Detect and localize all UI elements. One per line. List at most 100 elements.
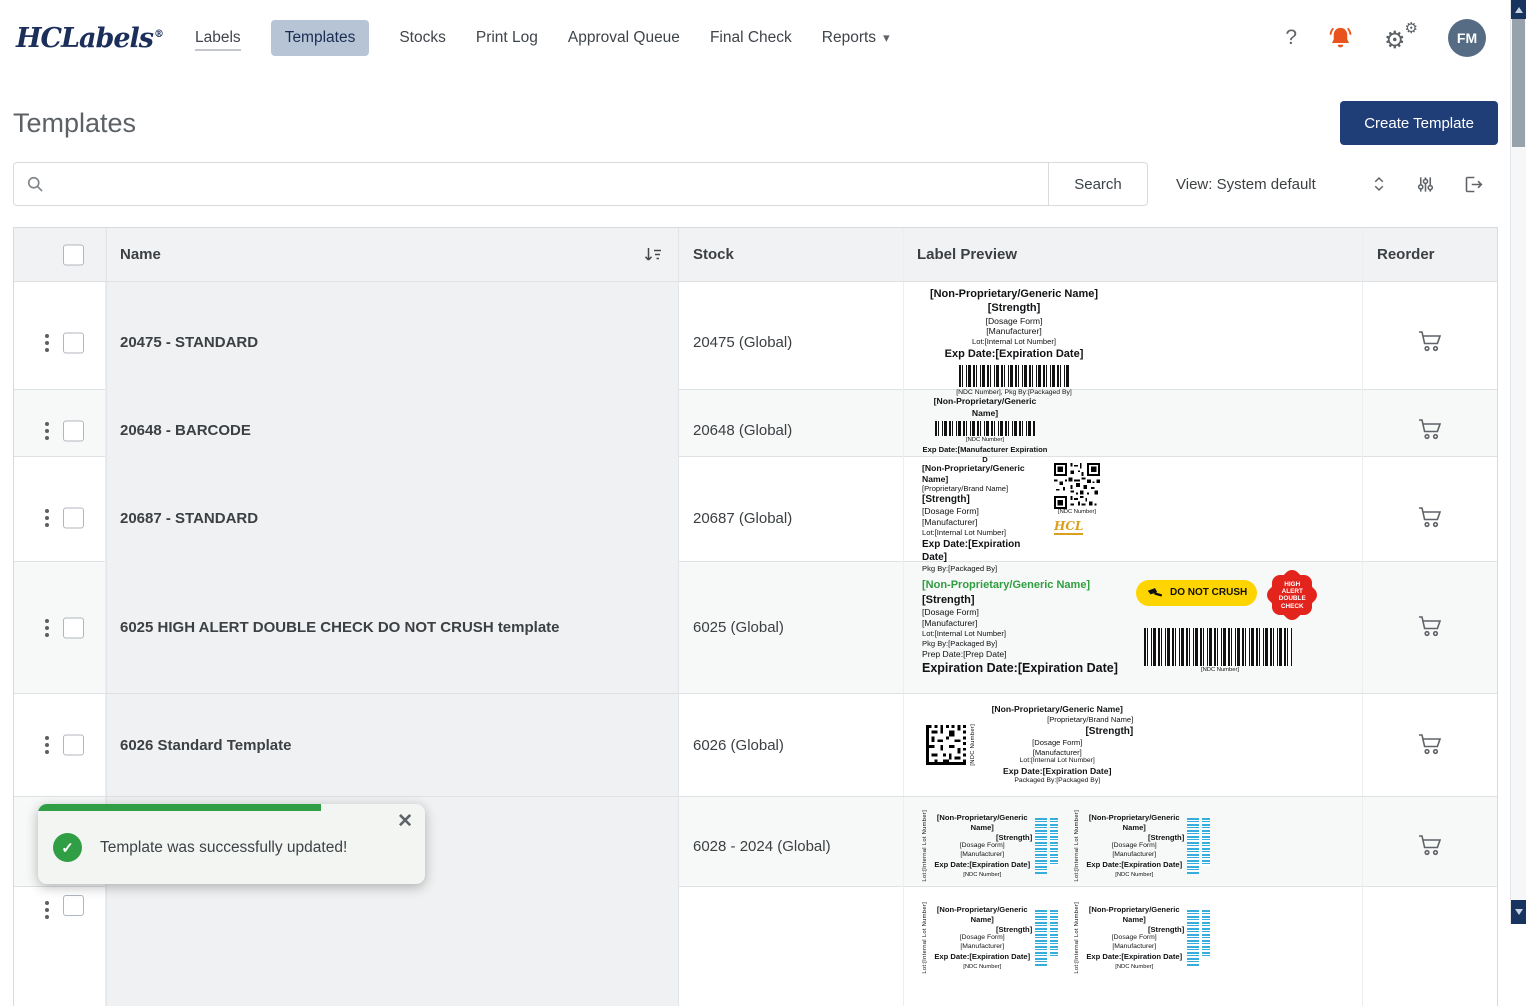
reorder-cart-button[interactable] xyxy=(1413,325,1447,360)
nav-stocks[interactable]: Stocks xyxy=(399,29,446,47)
reorder-cart-button[interactable] xyxy=(1413,829,1447,864)
header-name: Name xyxy=(106,228,679,281)
label-preview-image: [Non-Proprietary/Generic Name] [NDC Numb… xyxy=(922,396,1048,465)
close-icon[interactable]: ✕ xyxy=(397,812,413,831)
nav-print-log[interactable]: Print Log xyxy=(476,29,538,47)
blue-barcode-strip xyxy=(1187,818,1200,875)
template-name[interactable]: 6025 HIGH ALERT DOUBLE CHECK DO NOT CRUS… xyxy=(106,562,679,693)
logo-text: HCLabels xyxy=(16,22,154,54)
row-checkbox[interactable] xyxy=(63,734,84,756)
label-preview: Lot:[Internal Lot Number] [Non-Proprieta… xyxy=(904,797,1363,896)
high-alert-badge: HIGH ALERT DOUBLE CHECK xyxy=(1269,572,1315,618)
stock-value: 6028 - 2024 (Global) xyxy=(679,797,904,896)
barcode xyxy=(1144,628,1292,667)
reorder-cart-button[interactable] xyxy=(1413,610,1447,645)
toast-notification: ✓ Template was successfully updated! ✕ xyxy=(38,804,425,884)
mini-label: Lot:[Internal Lot Number] [Non-Proprieta… xyxy=(922,803,1064,889)
toolbar: Search View: System default xyxy=(13,162,1498,206)
stock-value: 6025 (Global) xyxy=(679,562,904,693)
row-select-cell xyxy=(14,282,106,404)
row-checkbox[interactable] xyxy=(63,420,84,442)
blue-barcode-strip xyxy=(1202,910,1211,959)
mini-label: Lot:[Internal Lot Number] [Non-Proprieta… xyxy=(922,895,1064,981)
reorder-cart-button[interactable] xyxy=(1413,413,1447,448)
search-icon xyxy=(25,174,45,199)
toolbar-icons xyxy=(1370,174,1498,195)
header-label-preview: Label Preview xyxy=(904,228,1363,281)
search-input[interactable] xyxy=(13,162,1048,206)
scroll-down-button[interactable] xyxy=(1511,900,1526,924)
user-avatar[interactable]: FM xyxy=(1448,19,1486,57)
hammer-icon xyxy=(1147,587,1163,597)
row-menu-button[interactable] xyxy=(43,332,51,354)
barcode xyxy=(935,421,1035,437)
reorder-cell xyxy=(1363,694,1497,796)
scrollbar-thumb[interactable] xyxy=(1512,19,1525,147)
nav-right: ? ⚙ ⚙ FM xyxy=(1285,19,1498,57)
success-check-icon: ✓ xyxy=(53,833,82,862)
nav-templates[interactable]: Templates xyxy=(270,20,370,56)
template-name[interactable] xyxy=(106,887,679,1006)
search-group: Search xyxy=(13,162,1148,206)
template-name[interactable]: 20475 - STANDARD xyxy=(106,282,679,404)
reorder-cart-button[interactable] xyxy=(1413,728,1447,763)
row-menu-button[interactable] xyxy=(43,420,51,442)
mini-label: Lot:[Internal Lot Number] [Non-Proprieta… xyxy=(1074,803,1216,889)
sort-icon[interactable] xyxy=(643,246,662,263)
label-preview-image: [Non-Proprietary/Generic Name] [Strength… xyxy=(929,288,1099,397)
qr-code xyxy=(1054,463,1100,509)
label-preview-image: Lot:[Internal Lot Number] [Non-Proprieta… xyxy=(922,895,1216,981)
scroll-up-button[interactable] xyxy=(1511,0,1526,19)
nav-labels[interactable]: Labels xyxy=(195,29,241,51)
nav-final-check[interactable]: Final Check xyxy=(710,29,792,47)
label-preview-image: Lot:[Internal Lot Number] [Non-Proprieta… xyxy=(922,803,1216,889)
blue-barcode-strip xyxy=(1035,910,1048,967)
row-menu-button[interactable] xyxy=(43,617,51,639)
label-preview-image: [Non-Proprietary/Generic Name] [Propriet… xyxy=(922,463,1100,574)
reorder-cell xyxy=(1363,887,1497,1006)
label-preview: [Non-Proprietary/Generic Name] [Strength… xyxy=(904,282,1363,404)
row-checkbox[interactable] xyxy=(63,617,84,638)
reorder-cell xyxy=(1363,562,1497,693)
export-icon[interactable] xyxy=(1463,174,1484,195)
nav-approval-queue[interactable]: Approval Queue xyxy=(568,29,680,47)
header-stock: Stock xyxy=(679,228,904,281)
row-checkbox[interactable] xyxy=(63,507,84,529)
view-selector[interactable]: View: System default xyxy=(1176,176,1316,193)
table-row: 20648 - BARCODE 20648 (Global) [Non-Prop… xyxy=(14,389,1497,472)
settings-gear-icon[interactable]: ⚙ ⚙ xyxy=(1384,20,1418,55)
page-header: Templates Create Template xyxy=(13,92,1498,154)
row-checkbox[interactable] xyxy=(63,332,84,354)
mini-label: Lot:[Internal Lot Number] [Non-Proprieta… xyxy=(1074,895,1216,981)
template-name[interactable]: 6026 Standard Template xyxy=(106,694,679,796)
label-preview: [NDC Number] [Non-Proprietary/Generic Na… xyxy=(904,694,1363,796)
top-navigation: HCLabels® Labels Templates Stocks Print … xyxy=(0,0,1510,76)
unfold-icon[interactable] xyxy=(1370,175,1388,193)
blue-barcode-strip xyxy=(1202,818,1211,867)
row-select-cell xyxy=(14,694,106,796)
select-all-checkbox[interactable] xyxy=(63,244,84,265)
table-row: Lot:[Internal Lot Number] [Non-Proprieta… xyxy=(14,886,1497,1006)
row-checkbox[interactable] xyxy=(63,895,84,916)
notifications-bell-icon[interactable] xyxy=(1327,25,1354,52)
scrollbar[interactable] xyxy=(1510,0,1526,924)
search-button[interactable]: Search xyxy=(1048,162,1148,206)
header-select-cell xyxy=(14,228,106,281)
blue-barcode-strip xyxy=(1050,818,1059,867)
table-row: 20475 - STANDARD 20475 (Global) [Non-Pro… xyxy=(14,281,1497,404)
templates-table: Name Stock Label Preview Reorder 20475 -… xyxy=(13,227,1498,1006)
nav-reports[interactable]: Reports ▾ xyxy=(822,29,890,47)
row-menu-button[interactable] xyxy=(43,734,51,756)
row-menu-button[interactable] xyxy=(43,899,51,921)
create-template-button[interactable]: Create Template xyxy=(1340,101,1498,145)
stock-value xyxy=(679,887,904,1006)
reorder-cart-button[interactable] xyxy=(1413,501,1447,536)
label-preview: [Non-Proprietary/Generic Name] [Strength… xyxy=(904,562,1363,693)
row-menu-button[interactable] xyxy=(43,507,51,529)
data-matrix-code xyxy=(926,724,966,765)
stock-value: 6026 (Global) xyxy=(679,694,904,796)
filter-sliders-icon[interactable] xyxy=(1416,175,1435,194)
table-row: 20687 - STANDARD 20687 (Global) [Non-Pro… xyxy=(14,456,1497,580)
help-icon[interactable]: ? xyxy=(1285,26,1297,50)
app-logo[interactable]: HCLabels® xyxy=(16,22,164,54)
